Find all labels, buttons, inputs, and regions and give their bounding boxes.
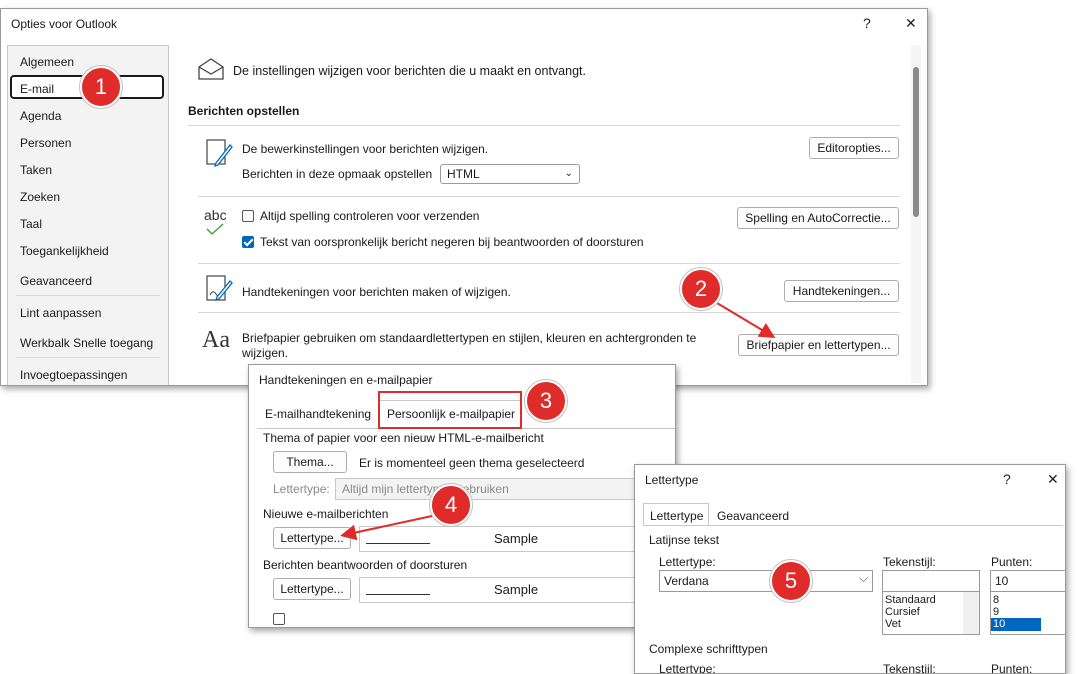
highlight-box-tab xyxy=(378,391,522,429)
arrow-2 xyxy=(711,299,776,339)
step-badge-5: 5 xyxy=(770,560,812,602)
arrow-4 xyxy=(340,515,433,541)
step-badge-2: 2 xyxy=(680,268,722,310)
step-badge-1: 1 xyxy=(80,66,122,108)
step-badge-3: 3 xyxy=(525,380,567,422)
annotation-arrows xyxy=(340,299,776,541)
step-badge-4: 4 xyxy=(430,484,472,526)
